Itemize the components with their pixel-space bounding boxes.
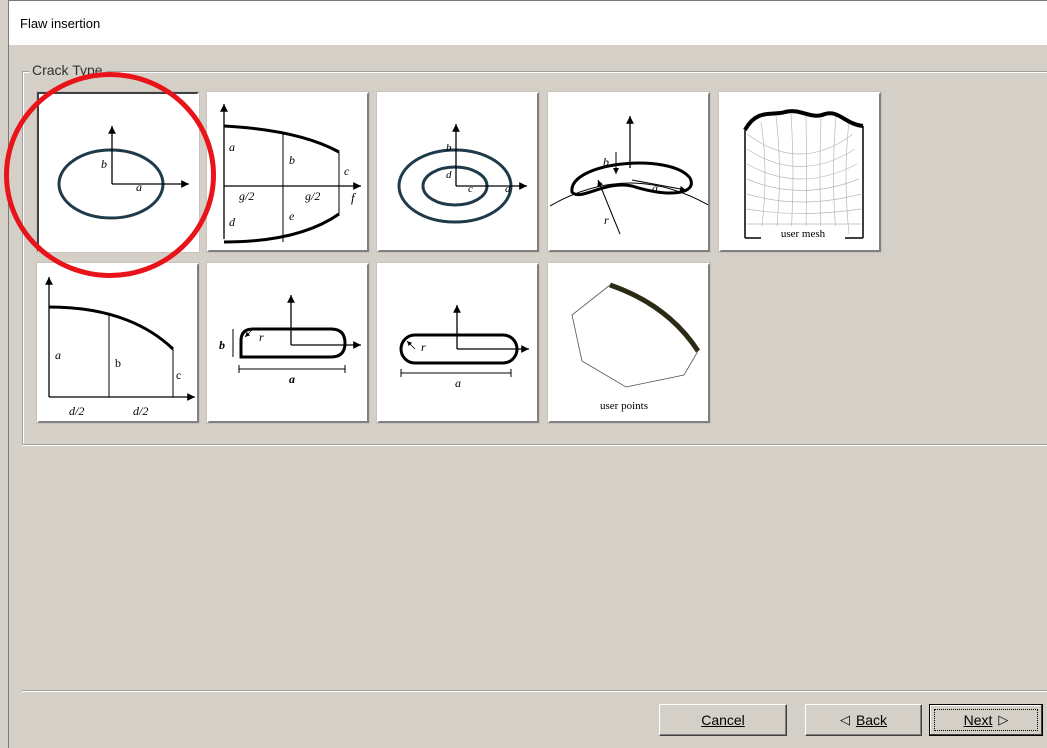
- crack-type-rounded-tile[interactable]: b r a: [206, 262, 370, 424]
- button-separator: [22, 690, 1047, 692]
- profile-c-label: c: [344, 164, 350, 178]
- back-button-label: Back: [855, 712, 888, 728]
- surface-r-label: r: [604, 213, 609, 227]
- title-bar: Flaw insertion: [9, 1, 1047, 45]
- rounded-b-label: b: [219, 338, 225, 352]
- ring-crack-diagram: c a d b: [397, 124, 527, 224]
- user-points-label: user points: [600, 400, 648, 412]
- crack-type-surface-tile[interactable]: b a r: [547, 91, 711, 253]
- surface-a-label: a: [652, 181, 658, 195]
- user-mesh-diagram: user mesh: [743, 109, 864, 240]
- profile-crack-diagram: a b c d e f g/2 g/2: [220, 104, 361, 244]
- crack-type-user-mesh-tile[interactable]: user mesh: [718, 91, 882, 253]
- crack-type-halfprofile-tile[interactable]: a b c d/2 d/2: [36, 262, 200, 424]
- halfprofile-d1-label: d/2: [69, 404, 84, 418]
- ellipse-a-label: a: [136, 180, 142, 194]
- ellipse-crack-diagram: a b: [57, 126, 189, 220]
- back-arrow-icon: ◁: [839, 712, 850, 727]
- profile-d-label: d: [229, 215, 236, 229]
- user-mesh-label: user mesh: [781, 228, 826, 240]
- profile-a-label: a: [229, 140, 235, 154]
- rounded-r-label: r: [259, 330, 264, 344]
- crack-type-ellipse-tile[interactable]: a b: [36, 91, 200, 253]
- stadium-a-label: a: [455, 376, 461, 390]
- rounded-crack-diagram: b r a: [219, 295, 361, 386]
- halfprofile-c-label: c: [176, 368, 181, 382]
- window-title: Flaw insertion: [20, 16, 101, 31]
- next-arrow-icon: ▷: [998, 712, 1009, 727]
- crack-type-ring-tile[interactable]: c a d b: [376, 91, 540, 253]
- crack-type-label: Crack Type: [29, 62, 106, 78]
- ring-b-label: b: [446, 142, 452, 154]
- ring-d-label: d: [446, 169, 452, 181]
- ring-a-label: a: [505, 183, 511, 195]
- profile-b-label: b: [289, 153, 295, 167]
- profile-g1-label: g/2: [239, 189, 254, 203]
- stadium-crack-diagram: r a: [399, 305, 529, 390]
- ring-c-label: c: [468, 183, 473, 195]
- surface-crack-diagram: b a r: [550, 116, 708, 235]
- halfprofile-d2-label: d/2: [133, 404, 148, 418]
- crack-type-stadium-tile[interactable]: r a: [376, 262, 540, 424]
- halfprofile-b-label: b: [115, 356, 121, 370]
- half-profile-diagram: a b c d/2 d/2: [45, 277, 195, 418]
- rounded-a-label: a: [289, 372, 295, 386]
- profile-e-label: e: [289, 209, 295, 223]
- user-points-diagram: user points: [571, 282, 701, 412]
- surface-b-label: b: [603, 155, 609, 169]
- profile-f-label: f: [351, 190, 357, 205]
- cancel-button-label: Cancel: [701, 712, 745, 728]
- crack-type-profile-tile[interactable]: a b c d e f g/2 g/2: [206, 91, 370, 253]
- ellipse-b-label: b: [101, 157, 107, 171]
- next-button[interactable]: Next ▷: [929, 704, 1043, 736]
- next-button-label: Next: [963, 712, 993, 728]
- crack-type-user-points-tile[interactable]: user points: [547, 262, 711, 424]
- profile-g2-label: g/2: [305, 189, 320, 203]
- halfprofile-a-label: a: [55, 348, 61, 362]
- back-button[interactable]: ◁ Back: [805, 704, 922, 736]
- cancel-button[interactable]: Cancel: [659, 704, 787, 736]
- stadium-r-label: r: [421, 340, 426, 354]
